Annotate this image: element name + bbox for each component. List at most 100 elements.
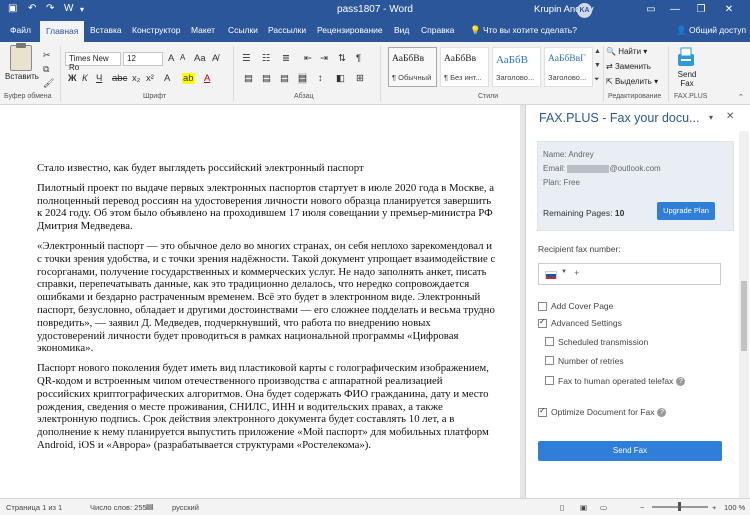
zoom-in-icon[interactable]: +: [712, 503, 716, 512]
select-button[interactable]: ⇱ Выделить ▾: [606, 77, 658, 86]
collapse-ribbon-icon[interactable]: ⌃: [738, 93, 744, 101]
styles-scroll-down-icon[interactable]: ▼: [594, 62, 601, 69]
human-telefax-checkbox[interactable]: [545, 376, 554, 385]
numbering-icon[interactable]: ☷: [262, 53, 271, 64]
zoom-out-icon[interactable]: −: [640, 503, 644, 512]
style-name: ¶ Обычный: [392, 73, 432, 82]
increase-indent-icon[interactable]: ⇥: [320, 53, 328, 64]
tab-view[interactable]: Вид: [394, 25, 409, 35]
style-name: ¶ Без инт...: [444, 73, 482, 82]
italic-icon[interactable]: К: [82, 73, 88, 84]
zoom-level[interactable]: 100 %: [724, 503, 745, 512]
decrease-indent-icon[interactable]: ⇤: [304, 53, 312, 64]
superscript-icon[interactable]: x²: [146, 73, 154, 84]
minimize-button[interactable]: —: [664, 2, 686, 18]
status-bar: Страница 1 из 1 Число слов: 255 ▤ русски…: [0, 498, 750, 515]
styles-more-icon[interactable]: ⏷: [594, 76, 600, 84]
paste-button[interactable]: Вставить: [5, 72, 39, 81]
avatar[interactable]: KA: [577, 3, 592, 18]
share-button[interactable]: 👤 Общий доступ: [676, 25, 746, 36]
style-heading-2[interactable]: АаБбВвГ Заголово...: [544, 47, 593, 87]
retries-checkbox[interactable]: [545, 356, 554, 365]
find-button[interactable]: 🔍 Найти ▾: [606, 47, 647, 56]
justify-icon[interactable]: ▤: [298, 73, 307, 84]
subscript-icon[interactable]: x₂: [132, 73, 140, 84]
bold-icon[interactable]: Ж: [68, 73, 77, 84]
proofing-icon[interactable]: ▤: [146, 502, 154, 511]
align-center-icon[interactable]: ▤: [262, 73, 271, 84]
style-no-spacing[interactable]: АаБбВв ¶ Без инт...: [440, 47, 489, 87]
tab-layout[interactable]: Макет: [191, 25, 215, 35]
style-heading-1[interactable]: АаБбВ Заголово...: [492, 47, 541, 87]
styles-scroll-up-icon[interactable]: ▲: [594, 48, 601, 55]
highlight-icon[interactable]: ab: [182, 73, 195, 84]
read-mode-icon[interactable]: ▯: [560, 503, 564, 512]
tab-home[interactable]: Главная: [40, 21, 85, 42]
style-normal[interactable]: АаБбВв ¶ Обычный: [388, 47, 437, 87]
grow-font-icon[interactable]: A: [168, 53, 174, 64]
sort-icon[interactable]: ⇅: [338, 53, 346, 64]
tab-file[interactable]: Файл: [10, 25, 31, 35]
send-fax-button[interactable]: Send Fax: [538, 441, 722, 461]
font-color-icon[interactable]: A: [204, 73, 210, 84]
ribbon-display-options-icon[interactable]: ▭: [640, 2, 662, 18]
country-dropdown-icon[interactable]: ▼: [561, 269, 567, 275]
bullets-icon[interactable]: ☰: [242, 53, 251, 64]
zoom-slider-thumb[interactable]: [678, 502, 681, 511]
copy-icon[interactable]: ⧉: [43, 64, 49, 75]
font-size-box[interactable]: 12: [123, 52, 163, 66]
advanced-settings-checkbox[interactable]: [538, 317, 547, 328]
multilevel-list-icon[interactable]: ≣: [282, 53, 290, 64]
send-fax-ribbon-button[interactable]: Send Fax: [676, 70, 698, 88]
fax-number-input[interactable]: ▼ +: [538, 263, 721, 285]
help-icon[interactable]: ?: [676, 377, 686, 387]
optimize-checkbox[interactable]: [538, 406, 547, 417]
language[interactable]: русский: [172, 503, 199, 512]
scroll-thumb[interactable]: [741, 281, 747, 351]
word-count[interactable]: Число слов: 255: [90, 503, 147, 512]
pane-options-icon[interactable]: ▾: [709, 113, 713, 122]
web-layout-icon[interactable]: ▭: [600, 503, 607, 512]
change-case-icon[interactable]: Aa: [194, 53, 206, 64]
format-painter-icon[interactable]: 🖌: [43, 78, 54, 89]
text-effects-icon[interactable]: A: [164, 73, 170, 84]
tab-help[interactable]: Справка: [421, 25, 454, 35]
font-name-box[interactable]: Times New Ro: [65, 52, 121, 72]
tab-references[interactable]: Ссылки: [228, 25, 258, 35]
shrink-font-icon[interactable]: A: [180, 53, 185, 62]
replace-button[interactable]: ⇄ Заменить: [606, 62, 651, 71]
cover-page-checkbox[interactable]: [538, 302, 547, 311]
tab-mailings[interactable]: Рассылки: [268, 25, 306, 35]
print-layout-icon[interactable]: ▣: [580, 503, 587, 512]
page-count[interactable]: Страница 1 из 1: [6, 503, 62, 512]
scheduled-checkbox[interactable]: [545, 337, 554, 346]
document-page[interactable]: Стало известно, как будет выглядеть росс…: [0, 105, 520, 498]
document-body[interactable]: Стало известно, как будет выглядеть росс…: [37, 162, 497, 459]
strikethrough-icon[interactable]: abc: [112, 73, 127, 84]
fax-icon[interactable]: [676, 46, 696, 70]
align-left-icon[interactable]: ▤: [244, 73, 253, 84]
maximize-button[interactable]: ❐: [690, 2, 712, 18]
window-title: pass1807 - Word: [337, 4, 413, 15]
pane-scrollbar[interactable]: [739, 131, 749, 498]
tell-me-search[interactable]: 💡 Что вы хотите сделать?: [470, 25, 577, 36]
cut-icon[interactable]: ✂: [43, 50, 51, 61]
line-spacing-icon[interactable]: ↕: [318, 73, 323, 84]
tab-insert[interactable]: Вставка: [90, 25, 122, 35]
clear-formatting-icon[interactable]: A̸: [212, 53, 218, 64]
show-marks-icon[interactable]: ¶: [356, 53, 361, 64]
borders-icon[interactable]: ⊞: [356, 73, 364, 84]
close-button[interactable]: ✕: [718, 2, 740, 18]
russia-flag-icon[interactable]: [545, 271, 557, 279]
paste-icon[interactable]: [10, 43, 32, 71]
human-telefax-label: Fax to human operated telefax?: [558, 376, 686, 387]
underline-icon[interactable]: Ч: [96, 73, 102, 84]
tab-review[interactable]: Рецензирование: [317, 25, 383, 35]
tab-design[interactable]: Конструктор: [132, 25, 180, 35]
remaining-pages: Remaining Pages: 10: [543, 208, 625, 218]
help-icon[interactable]: ?: [657, 408, 667, 418]
align-right-icon[interactable]: ▤: [280, 73, 289, 84]
shading-icon[interactable]: ◧: [336, 73, 345, 84]
pane-close-icon[interactable]: ✕: [726, 111, 734, 122]
upgrade-plan-button[interactable]: Upgrade Plan: [657, 202, 715, 220]
